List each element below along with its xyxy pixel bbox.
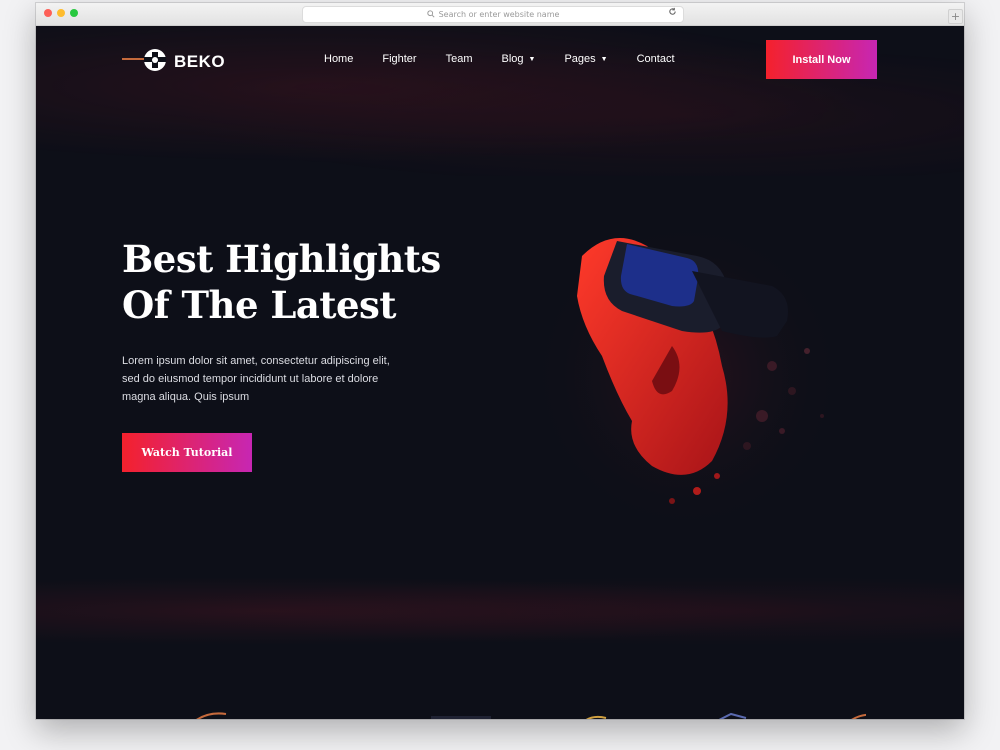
search-icon: [426, 9, 435, 20]
nav-item-label: Fighter: [382, 53, 417, 65]
hero-description-line2: sed do eiusmod tempor incididunt ut labo…: [122, 373, 379, 385]
hero-headline-line1: Best Highlights: [122, 237, 441, 281]
watch-tutorial-button[interactable]: Watch Tutorial: [122, 433, 252, 472]
nav-item-label: Home: [324, 53, 354, 65]
nav-item-team[interactable]: Team: [446, 53, 473, 65]
hero-description-line3: magna aliqua. Quis ipsum: [122, 391, 250, 403]
nav-item-fighter[interactable]: Fighter: [382, 53, 416, 65]
hero-headline: Best Highlights Of The Latest: [122, 236, 441, 328]
install-now-button[interactable]: Install Now: [766, 40, 877, 79]
chevron-down-icon: ▼: [528, 55, 536, 63]
plus-icon[interactable]: +: [948, 9, 963, 24]
nav-item-label: Team: [445, 53, 473, 65]
minimize-window-button[interactable]: [57, 9, 65, 17]
nav-item-blog[interactable]: Blog ▼: [502, 53, 536, 65]
hero-description: Lorem ipsum dolor sit amet, consectetur …: [122, 352, 412, 406]
nav-item-contact[interactable]: Contact: [637, 53, 675, 65]
hero-headline-line2: Of The Latest: [122, 283, 396, 327]
nav-item-label: Pages: [564, 53, 596, 65]
browser-window: Search or enter website name + BEKO Home…: [36, 3, 964, 719]
brand-name: BEKO: [174, 52, 226, 71]
partner-logos-strip: [196, 712, 866, 719]
address-bar-placeholder: Search or enter website name: [438, 10, 560, 19]
background-texture-bottom: [36, 571, 964, 651]
chevron-down-icon: ▼: [600, 55, 608, 63]
address-bar[interactable]: Search or enter website name: [302, 6, 684, 23]
close-window-button[interactable]: [44, 9, 52, 17]
hero-description-line1: Lorem ipsum dolor sit amet, consectetur …: [122, 355, 390, 367]
browser-toolbar: Search or enter website name +: [36, 3, 964, 26]
hero-section: BEKO Home Fighter Team Blog ▼ Pages ▼ Co…: [36, 26, 964, 719]
main-nav: Home Fighter Team Blog ▼ Pages ▼ Contact: [324, 53, 704, 65]
nav-item-home[interactable]: Home: [324, 53, 353, 65]
nav-item-label: Blog: [501, 53, 524, 65]
nav-item-label: Contact: [636, 53, 675, 65]
beko-logo-icon: [122, 48, 168, 76]
reload-icon[interactable]: [668, 7, 677, 19]
maximize-window-button[interactable]: [70, 9, 78, 17]
brand-logo[interactable]: BEKO: [122, 48, 225, 76]
nav-item-pages[interactable]: Pages ▼: [564, 53, 607, 65]
vr-headset-illustration: [527, 216, 847, 536]
